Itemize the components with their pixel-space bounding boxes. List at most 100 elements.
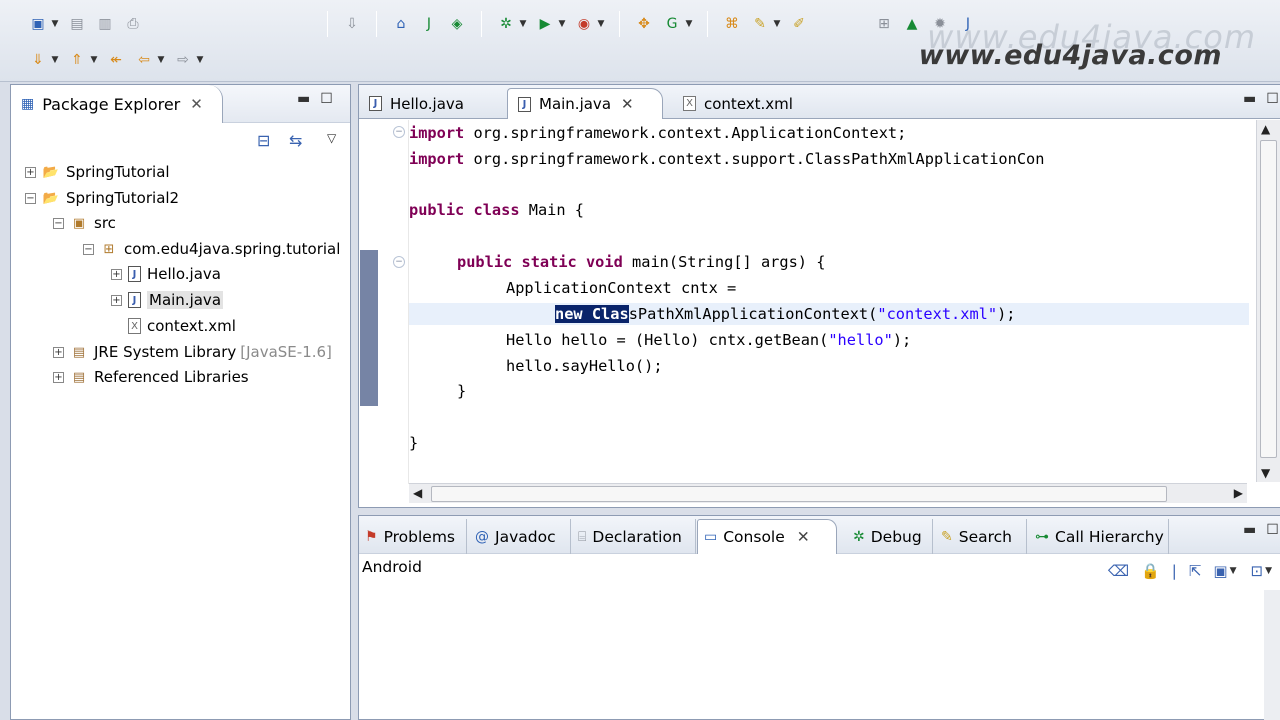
scroll-down-icon[interactable]: ▼ xyxy=(1261,466,1270,480)
tree-node[interactable]: − ▣ src xyxy=(53,212,116,234)
tree-node[interactable]: + ▤ Referenced Libraries xyxy=(53,366,249,388)
editor-tab-main[interactable]: J Main.java ✕ xyxy=(507,88,663,119)
search-icon[interactable]: ✎ xyxy=(749,14,771,34)
save-icon[interactable]: ▤ xyxy=(66,14,88,34)
run-dropdown-icon[interactable]: ▼ xyxy=(557,14,567,34)
clear-console-icon[interactable]: ⌫ xyxy=(1108,562,1129,580)
minimize-icon[interactable]: ▬ xyxy=(297,91,310,107)
download-icon[interactable]: ⇩ xyxy=(341,14,363,34)
previous-annotation-icon[interactable]: ⇑ xyxy=(66,50,88,70)
expand-icon[interactable]: + xyxy=(25,166,36,178)
collapse-icon[interactable]: − xyxy=(83,243,94,255)
collapse-icon[interactable]: − xyxy=(25,192,36,204)
display-console-dropdown-icon[interactable]: ▼ xyxy=(1230,566,1237,576)
tab-search[interactable]: ✎ Search xyxy=(935,519,1027,554)
debug-icon[interactable]: ✲ xyxy=(495,14,517,34)
tab-declaration[interactable]: ⌸ Declaration xyxy=(572,519,696,554)
back-dropdown-icon[interactable]: ▼ xyxy=(156,50,166,70)
android-xml-icon[interactable]: ◈ xyxy=(446,14,468,34)
tree-node[interactable]: − ⊞ com.edu4java.spring.tutorial xyxy=(83,238,340,260)
save-all-icon[interactable]: ▥ xyxy=(94,14,116,34)
scroll-left-icon[interactable]: ◀ xyxy=(413,486,422,500)
collapse-all-icon[interactable]: ⊟ xyxy=(257,131,270,150)
open-console-dropdown-icon[interactable]: ▼ xyxy=(1265,566,1272,576)
forward-icon[interactable]: ⇨ xyxy=(172,50,194,70)
open-type-icon[interactable]: ⌘ xyxy=(721,14,743,34)
minimize-icon[interactable]: ▬ xyxy=(1243,522,1256,538)
close-icon[interactable]: ✕ xyxy=(190,95,203,113)
expand-icon[interactable]: + xyxy=(111,268,122,280)
string-literal: "context.xml" xyxy=(877,305,998,323)
tree-node-selected[interactable]: + J Main.java xyxy=(111,289,224,311)
tab-label: Call Hierarchy xyxy=(1055,527,1164,546)
new-icon[interactable]: ▣ xyxy=(27,14,49,34)
collapse-icon[interactable]: − xyxy=(53,217,64,229)
package-explorer-tab[interactable]: ▦ Package Explorer ✕ xyxy=(11,85,223,123)
tab-javadoc[interactable]: @ Javadoc xyxy=(469,519,571,554)
new-dropdown-icon[interactable]: ▼ xyxy=(50,14,60,34)
tab-problems[interactable]: ⚑ Problems xyxy=(359,519,467,554)
code-text[interactable]: import org.springframework.context.Appli… xyxy=(409,122,1249,482)
tree-node-label: com.edu4java.spring.tutorial xyxy=(124,240,341,258)
fold-toggle-icon[interactable]: − xyxy=(393,256,405,268)
maximize-icon[interactable]: ☐ xyxy=(1266,91,1279,107)
back-icon[interactable]: ⇦ xyxy=(133,50,155,70)
forward-dropdown-icon[interactable]: ▼ xyxy=(195,50,205,70)
new-class-dropdown-icon[interactable]: ▼ xyxy=(684,14,694,34)
perspective-java-icon[interactable]: ⊞ xyxy=(873,14,895,34)
code-line: Hello hello = (Hello) cntx.getBean("hell… xyxy=(506,329,911,351)
scroll-lock-icon[interactable]: 🔒 xyxy=(1141,562,1160,580)
console-vertical-scrollbar[interactable] xyxy=(1264,590,1280,720)
new-package-icon[interactable]: ✥ xyxy=(633,14,655,34)
editor-vertical-scrollbar[interactable]: ▲ ▼ xyxy=(1256,120,1280,482)
editor-tab-hello[interactable]: J Hello.java xyxy=(359,88,505,119)
scroll-up-icon[interactable]: ▲ xyxy=(1261,122,1270,136)
new-project-icon[interactable]: ⌂ xyxy=(390,14,412,34)
tree-node[interactable]: + 📂 SpringTutorial xyxy=(25,161,170,183)
next-annotation-dropdown-icon[interactable]: ▼ xyxy=(50,50,60,70)
scroll-right-icon[interactable]: ▶ xyxy=(1234,486,1243,500)
debug-dropdown-icon[interactable]: ▼ xyxy=(518,14,528,34)
close-icon[interactable]: ✕ xyxy=(797,528,810,546)
previous-annotation-dropdown-icon[interactable]: ▼ xyxy=(89,50,99,70)
close-icon[interactable]: ✕ xyxy=(621,95,634,113)
scroll-thumb[interactable] xyxy=(1260,140,1277,458)
android-sdk-icon[interactable]: ▲ xyxy=(901,14,923,34)
minimize-icon[interactable]: ▬ xyxy=(1243,91,1256,107)
new-class-icon[interactable]: G xyxy=(661,14,683,34)
tree-node[interactable]: X context.xml xyxy=(111,315,236,337)
maximize-icon[interactable]: ☐ xyxy=(1266,522,1279,538)
display-console-icon[interactable]: ▣ xyxy=(1213,562,1227,580)
tree-node[interactable]: + ▤ JRE System Library [JavaSE-1.6] xyxy=(53,341,332,363)
last-edit-location-icon[interactable]: ↞ xyxy=(105,50,127,70)
tab-debug[interactable]: ✲ Debug xyxy=(847,519,933,554)
run-icon[interactable]: ▶ xyxy=(534,14,556,34)
tab-console[interactable]: ▭ Console ✕ xyxy=(697,519,837,554)
annotation-icon[interactable]: ✐ xyxy=(788,14,810,34)
tab-call-hierarchy[interactable]: ⊶ Call Hierarchy xyxy=(1029,519,1169,554)
open-console-icon[interactable]: ⊡ xyxy=(1251,562,1264,580)
search-dropdown-icon[interactable]: ▼ xyxy=(772,14,782,34)
expand-icon[interactable]: + xyxy=(53,371,64,383)
fold-toggle-icon[interactable]: − xyxy=(393,126,405,138)
selected-text: new Clas xyxy=(555,305,629,323)
scroll-thumb[interactable] xyxy=(431,486,1167,502)
link-with-editor-icon[interactable]: ⇆ xyxy=(289,131,302,150)
keyword: import xyxy=(409,124,465,142)
external-tools-icon[interactable]: ◉ xyxy=(573,14,595,34)
view-menu-icon[interactable]: ▽ xyxy=(327,131,336,145)
tree-node[interactable]: − 📂 SpringTutorial2 xyxy=(25,187,179,209)
expand-icon[interactable]: + xyxy=(111,294,122,306)
junit-icon[interactable]: J xyxy=(418,14,440,34)
declaration-icon: ⌸ xyxy=(578,528,587,545)
next-annotation-icon[interactable]: ⇓ xyxy=(27,50,49,70)
editor-tab-context[interactable]: X context.xml xyxy=(673,88,823,119)
print-icon[interactable]: ⎙ xyxy=(122,14,144,34)
code-text-run: ); xyxy=(997,305,1016,323)
maximize-icon[interactable]: ☐ xyxy=(320,91,333,107)
tree-node[interactable]: + J Hello.java xyxy=(111,263,221,285)
editor-horizontal-scrollbar[interactable]: ◀ ▶ xyxy=(409,483,1247,503)
expand-icon[interactable]: + xyxy=(53,346,64,358)
pin-console-icon[interactable]: ⇱ xyxy=(1189,562,1202,580)
external-tools-dropdown-icon[interactable]: ▼ xyxy=(596,14,606,34)
